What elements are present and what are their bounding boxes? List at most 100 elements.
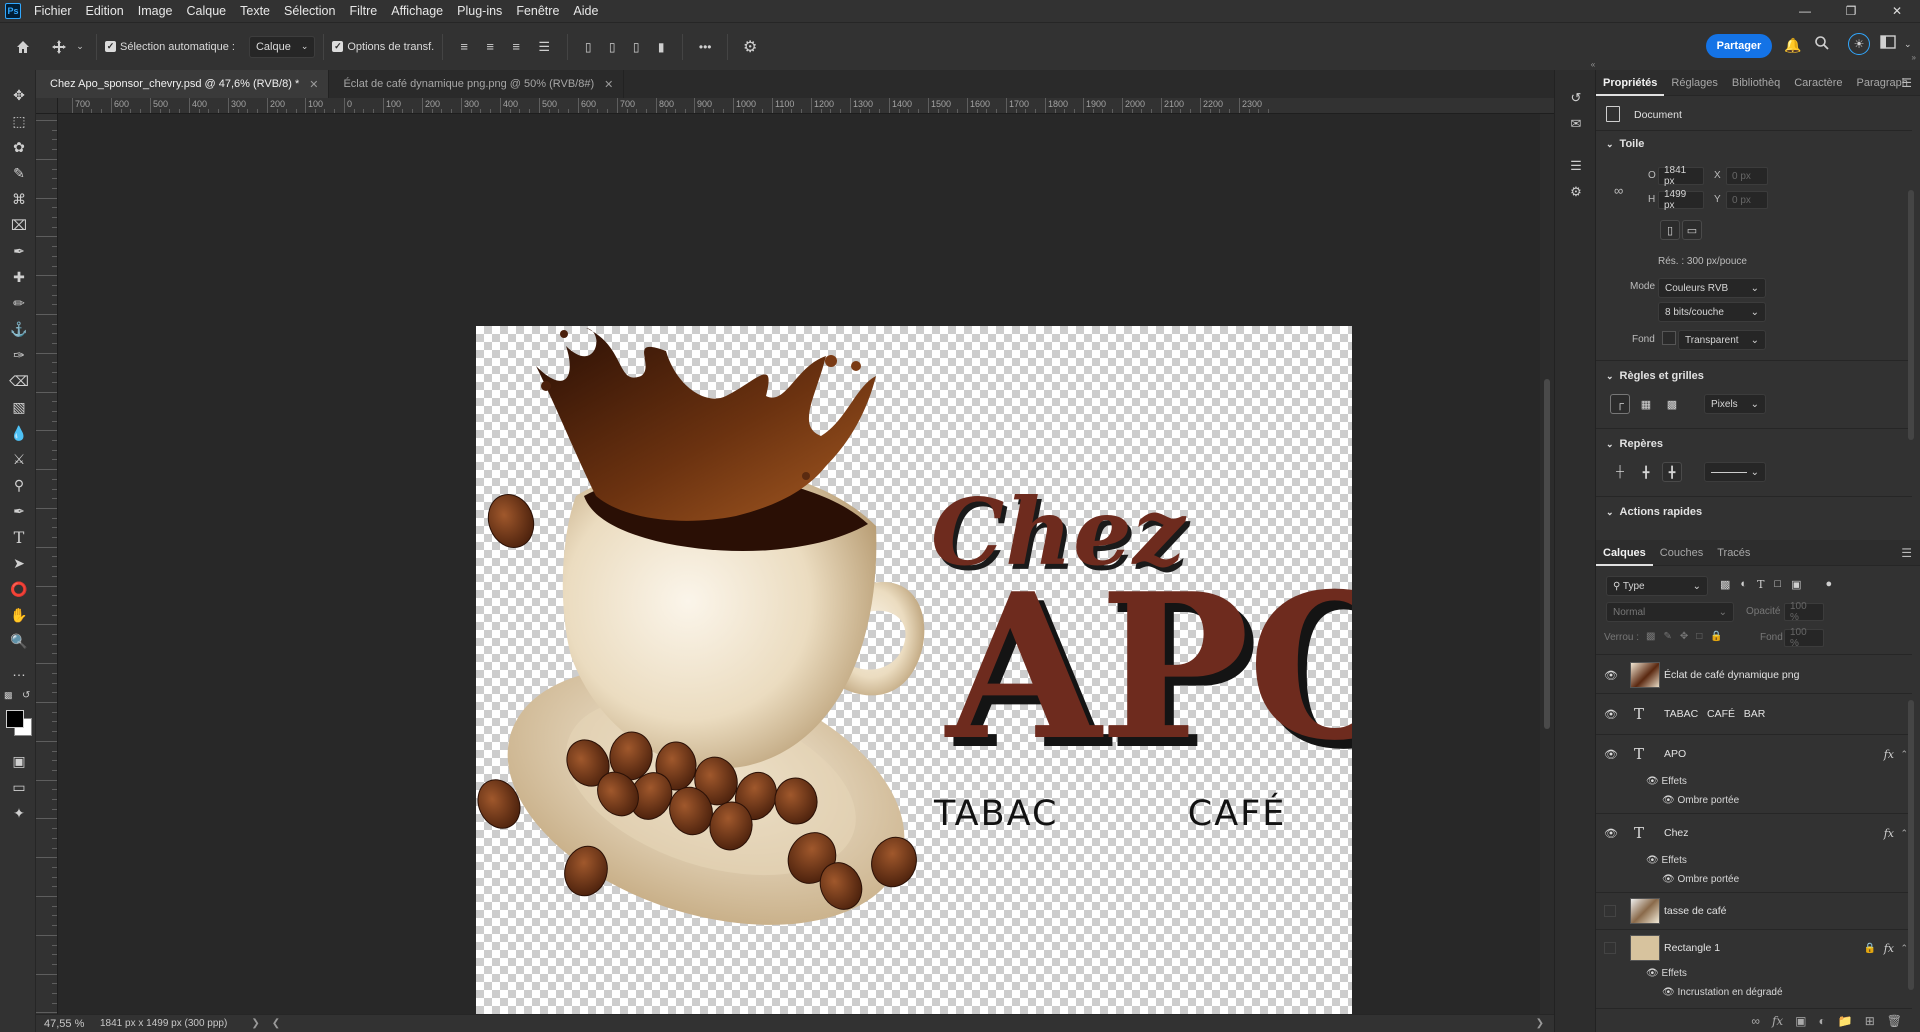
close-icon[interactable]: ✕ [604,78,613,91]
layer-row-eclat[interactable]: 👁 Éclat de café dynamique png [1596,657,1912,693]
filter-smart-icon[interactable]: ▣ [1791,578,1801,591]
lock-all-icon[interactable]: 🔒 [1710,631,1722,642]
layers-scrollbar[interactable] [1908,700,1914,990]
panel-menu-icon[interactable]: ☰ [1901,546,1912,560]
eye-icon[interactable]: 👁 [1604,669,1618,682]
gradient-tool-icon[interactable]: ▧ [8,396,30,418]
tab-libraries[interactable]: Bibliothèq [1725,70,1787,96]
effect-drop-shadow-row[interactable]: 👁 Ombre portée [1662,795,1739,806]
search-icon[interactable] [1814,35,1830,51]
layer-row-tasse-de-cafe[interactable]: tasse de café [1596,893,1912,929]
panel-menu-icon[interactable]: ☰ [1901,76,1912,90]
eye-icon[interactable]: 👁 [1646,968,1659,979]
fond-dropdown[interactable]: Transparent ⌄ [1678,330,1766,350]
bits-dropdown[interactable]: 8 bits/couche ⌄ [1658,302,1766,322]
distribute-v-icon[interactable]: ▮ [648,40,674,54]
menu-plugins[interactable]: Plug-ins [450,0,509,22]
horizontal-ruler[interactable]: 700 600 500 400 300 200 100 0 100 200 300 400 500 600… [58,98,1572,114]
layer-filter-dropdown[interactable]: ⚲ Type ⌄ [1606,576,1708,596]
eye-hidden-box[interactable] [1604,942,1616,954]
filter-pixel-icon[interactable]: ▩ [1720,578,1730,591]
effects-row[interactable]: 👁 Effets [1646,776,1687,787]
marquee-tool-icon[interactable]: ⬚ [8,110,30,132]
vertical-ruler[interactable] [36,114,58,1014]
workspace-icon[interactable] [1880,35,1898,49]
ellipse-tool-icon[interactable]: ⭕ [8,578,30,600]
crop-tool-icon[interactable]: ⌘ [8,188,30,210]
align-right-icon[interactable]: ≡ [503,39,529,54]
fond-swatch[interactable] [1662,331,1676,345]
eye-icon[interactable]: 👁 [1662,874,1675,885]
x-field[interactable]: 0 px [1726,167,1768,185]
screen-mode-icon[interactable]: ▭ [8,776,30,798]
chevron-left-icon[interactable]: ❮ [272,1018,280,1029]
tab-eclat-cafe[interactable]: Éclat de café dynamique png.png @ 50% (R… [329,70,625,98]
pen-tool-icon[interactable]: ✒ [8,500,30,522]
guides-icon[interactable]: ┼ [1610,462,1630,482]
menu-fichier[interactable]: Fichier [27,0,79,22]
new-group-icon[interactable]: 📁 [1838,1014,1853,1028]
align-center-h-icon[interactable]: ≡ [477,39,503,54]
effects-row[interactable]: 👁 Effets [1646,855,1687,866]
layer-row-rectangle-1[interactable]: Rectangle 1 🔒 fx ⌃ [1596,930,1912,966]
ruler-toggle-icon[interactable]: ┌ [1610,394,1630,414]
chevron-up-icon[interactable]: ⌃ [1900,943,1908,954]
healing-brush-tool-icon[interactable]: ✚ [8,266,30,288]
align-middle-v-icon[interactable]: ▯ [600,40,624,54]
eye-icon[interactable]: 👁 [1662,795,1675,806]
canvas-area[interactable]: Chez APO TABAC CAFÉ BAR [58,114,1554,1032]
section-guides[interactable]: ⌄ Repères [1606,438,1663,450]
tab-chez-apo[interactable]: Chez Apo_sponsor_chevry.psd @ 47,6% (RVB… [36,70,330,98]
history-brush-tool-icon[interactable]: ✑ [8,344,30,366]
grid-toggle-icon[interactable]: ▦ [1636,394,1656,414]
foreground-color-swatch[interactable] [6,710,24,728]
move-tool-icon[interactable] [46,39,72,55]
align-left-icon[interactable]: ≡ [451,39,477,54]
lightbulb-icon[interactable]: ☀ [1848,33,1870,55]
menu-filtre[interactable]: Filtre [342,0,384,22]
section-canvas[interactable]: ⌄ Toile [1606,138,1644,150]
eye-icon[interactable]: 👁 [1662,987,1675,998]
trash-icon[interactable]: 🗑 [1887,1014,1902,1028]
menu-affichage[interactable]: Affichage [384,0,450,22]
eye-icon[interactable]: 👁 [1604,748,1618,761]
eye-icon[interactable]: 👁 [1604,827,1618,840]
checkbox-checked-icon[interactable]: ✓ [332,41,344,52]
more-options-icon[interactable]: ••• [691,40,719,54]
blend-mode-dropdown[interactable]: Normal ⌄ [1606,602,1734,622]
brush-settings-icon[interactable]: ☰ [1566,156,1586,176]
align-bottom-icon[interactable]: ▯ [624,40,648,54]
fx-icon[interactable]: fx [1884,827,1894,840]
filter-type-icon[interactable]: T [1757,578,1764,591]
more-tools-icon[interactable]: … [8,660,30,682]
layer-row-apo[interactable]: 👁 T APO fx ⌃ [1596,735,1912,773]
effect-drop-shadow-row[interactable]: 👁 Ombre portée [1662,874,1739,885]
close-window-icon[interactable]: ✕ [1874,0,1920,22]
menu-fenetre[interactable]: Fenêtre [509,0,566,22]
filter-toggle-icon[interactable]: ● [1825,578,1832,591]
distribute-h-icon[interactable]: ☰ [529,39,559,55]
zoom-lens-tool-icon[interactable]: ⚲ [8,474,30,496]
eye-hidden-box[interactable] [1604,905,1616,917]
y-field[interactable]: 0 px [1726,191,1768,209]
history-icon[interactable]: ↺ [1566,88,1586,108]
zoom-level[interactable]: 47,55 % [44,1018,94,1030]
brush-tool-icon[interactable]: ✏ [8,292,30,314]
menu-aide[interactable]: Aide [566,0,605,22]
lock-artboard-icon[interactable]: □ [1696,631,1702,642]
chevron-up-icon[interactable]: ⌃ [1900,828,1908,839]
menu-texte[interactable]: Texte [233,0,277,22]
comments-icon[interactable]: ✉ [1566,114,1586,134]
fx-icon[interactable]: fx [1884,748,1894,761]
eraser-tool-icon[interactable]: ⌫ [8,370,30,392]
menu-image[interactable]: Image [131,0,180,22]
section-rulers-grids[interactable]: ⌄ Règles et grilles [1606,370,1704,382]
restore-icon[interactable]: ❐ [1828,0,1874,22]
opacity-field[interactable]: 100 % [1784,601,1824,623]
ruler-unit-dropdown[interactable]: Pixels ⌄ [1704,394,1766,414]
adjustment-layer-icon[interactable]: ◐ [1819,1014,1826,1028]
move-tool-icon[interactable]: ✥ [8,84,30,106]
generative-icon[interactable]: ✦ [8,802,30,824]
menu-selection[interactable]: Sélection [277,0,342,22]
lock-position-icon[interactable]: ✥ [1680,631,1688,642]
